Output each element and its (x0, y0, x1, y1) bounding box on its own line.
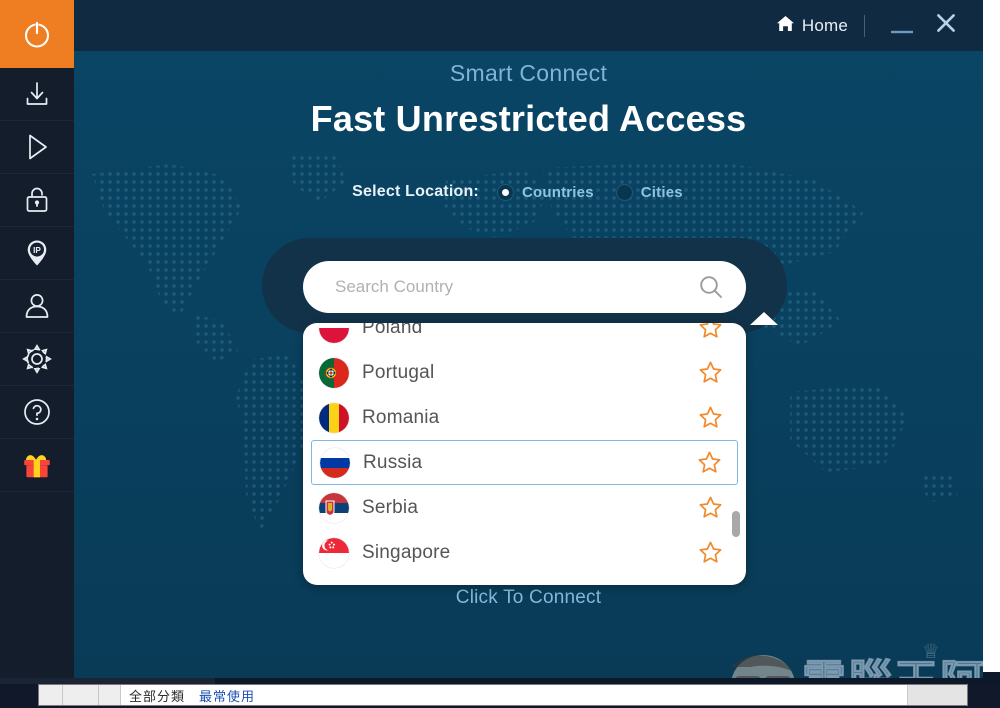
select-location-label: Select Location: (352, 183, 479, 200)
sidebar: IP (0, 0, 74, 678)
question-circle-icon (21, 396, 53, 428)
flag-singapore (319, 537, 349, 568)
radio-cities-label: Cities (640, 183, 683, 201)
list-item[interactable]: Singapore (303, 530, 746, 575)
list-item[interactable]: Romania (303, 395, 746, 440)
sidebar-item-help[interactable] (0, 386, 74, 439)
flag-poland (319, 323, 349, 343)
page-title: Fast Unrestricted Access (310, 98, 747, 139)
titlebar-divider (864, 14, 865, 37)
power-icon (20, 17, 54, 51)
home-icon (776, 14, 795, 38)
minimize-icon (891, 13, 913, 39)
list-item[interactable]: Serbia (303, 485, 746, 530)
sidebar-item-download[interactable] (0, 68, 74, 121)
watermark-crown-icon: ♕ (922, 641, 940, 663)
search-box[interactable] (303, 261, 746, 313)
background-window-toolbar: 全部分類 最常使用 (38, 684, 968, 706)
radio-countries-label: Countries (521, 183, 594, 201)
bgw-cell (63, 685, 99, 705)
user-icon (22, 291, 52, 321)
ip-pin-icon: IP (21, 237, 53, 269)
main-content: Smart Connect Fast Unrestricted Access S… (74, 51, 983, 678)
vpn-main-window: IP Home Smart Connect Fast Unrestricted … (0, 0, 983, 678)
favorite-star-icon[interactable] (699, 406, 722, 429)
bgw-right-cell (907, 685, 967, 705)
list-item[interactable]: Portugal (303, 350, 746, 395)
favorite-star-icon[interactable] (699, 496, 722, 519)
dropdown-scrollbar-thumb[interactable] (732, 511, 740, 537)
click-to-connect-label[interactable]: Click To Connect (74, 587, 983, 609)
search-input[interactable] (335, 277, 698, 297)
close-button[interactable] (929, 11, 963, 41)
flag-serbia (319, 492, 349, 523)
sidebar-item-gift[interactable] (0, 439, 74, 492)
radio-cities-indicator (615, 183, 633, 201)
download-icon (21, 78, 53, 110)
gear-icon (21, 343, 53, 375)
radio-option-countries[interactable]: Countries (496, 183, 594, 201)
svg-text:IP: IP (33, 246, 41, 255)
country-dropdown: Poland Portugal Romania Russia Serbia Si… (303, 323, 746, 585)
flag-portugal (319, 357, 349, 388)
sidebar-item-settings[interactable] (0, 333, 74, 386)
minimize-button[interactable] (885, 11, 919, 41)
bgw-cell (99, 685, 121, 705)
list-item[interactable]: Poland (303, 323, 746, 350)
sidebar-item-power[interactable] (0, 0, 74, 68)
country-list: Poland Portugal Romania Russia Serbia Si… (303, 323, 746, 575)
country-name: Singapore (362, 541, 451, 563)
country-name: Portugal (362, 361, 435, 383)
watermark-text: 電腦王阿達 (802, 645, 984, 679)
country-name: Poland (362, 323, 423, 338)
country-name: Serbia (362, 496, 419, 518)
vpn-app-screenshot: 全部分類 最常使用 IP Home Smart Connect Fast Unr… (0, 0, 1000, 708)
radio-countries-indicator (496, 183, 514, 201)
sidebar-item-account[interactable] (0, 280, 74, 333)
home-button[interactable]: Home (776, 14, 848, 38)
bgw-category-label: 全部分類 (129, 688, 186, 704)
sidebar-item-play[interactable] (0, 121, 74, 174)
smart-connect-subtitle: Smart Connect (449, 60, 608, 86)
select-location-row: Select Location: Countries Cities (74, 183, 983, 201)
lock-icon (22, 185, 52, 215)
close-icon (936, 13, 956, 38)
favorite-star-icon[interactable] (699, 361, 722, 384)
watermark: ♕ 電腦王阿達 http://www.kocpc.com.tw (722, 641, 984, 679)
favorite-star-icon[interactable] (699, 323, 722, 339)
radio-option-cities[interactable]: Cities (615, 183, 683, 201)
list-item-selected[interactable]: Russia (311, 440, 738, 485)
play-icon (21, 131, 53, 163)
country-name: Romania (362, 406, 440, 428)
sidebar-item-lock[interactable] (0, 174, 74, 227)
flag-russia (320, 447, 350, 478)
watermark-face-icon (731, 655, 795, 678)
titlebar: Home (74, 0, 983, 51)
sidebar-item-ip-location[interactable]: IP (0, 227, 74, 280)
flag-romania (319, 402, 349, 433)
home-label: Home (801, 15, 848, 35)
country-name: Russia (363, 451, 423, 473)
favorite-star-icon[interactable] (699, 541, 722, 564)
search-icon[interactable] (698, 274, 724, 300)
gift-icon (20, 449, 54, 481)
dropdown-notch (750, 312, 778, 325)
bgw-cell (39, 685, 63, 705)
bgw-frequent-label: 最常使用 (199, 688, 256, 704)
favorite-star-icon[interactable] (698, 451, 721, 474)
